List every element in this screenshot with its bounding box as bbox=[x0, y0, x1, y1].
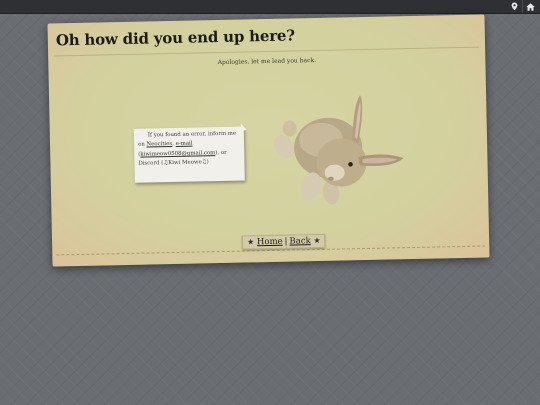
email-address-link[interactable]: kiwimeow0508@gmail.com bbox=[140, 150, 215, 158]
email-link[interactable]: e-mail bbox=[176, 141, 193, 147]
star-icon: ★ bbox=[313, 235, 321, 246]
neocities-link[interactable]: Neocities bbox=[146, 141, 172, 148]
contact-note-text: If you found an error, inform me on Neoc… bbox=[138, 130, 240, 170]
page-title: Oh how did you end up here? bbox=[55, 26, 296, 50]
nav-links: ★ Home | Back ★ bbox=[241, 233, 326, 250]
error-card: Oh how did you end up here? Apologies, l… bbox=[47, 14, 490, 267]
apology-text: Apologies, let me lead you back. bbox=[217, 56, 317, 67]
rabbit-image bbox=[274, 95, 404, 205]
home-icon[interactable] bbox=[522, 0, 537, 13]
nav-separator: | bbox=[284, 236, 288, 247]
star-icon: ★ bbox=[247, 237, 255, 247]
map-pin-icon[interactable] bbox=[507, 0, 521, 13]
note-tail bbox=[240, 123, 247, 132]
contact-note: If you found an error, inform me on Neoc… bbox=[133, 126, 245, 183]
home-link[interactable]: Home bbox=[257, 237, 283, 248]
back-link[interactable]: Back bbox=[289, 236, 310, 246]
top-bar bbox=[0, 0, 540, 14]
